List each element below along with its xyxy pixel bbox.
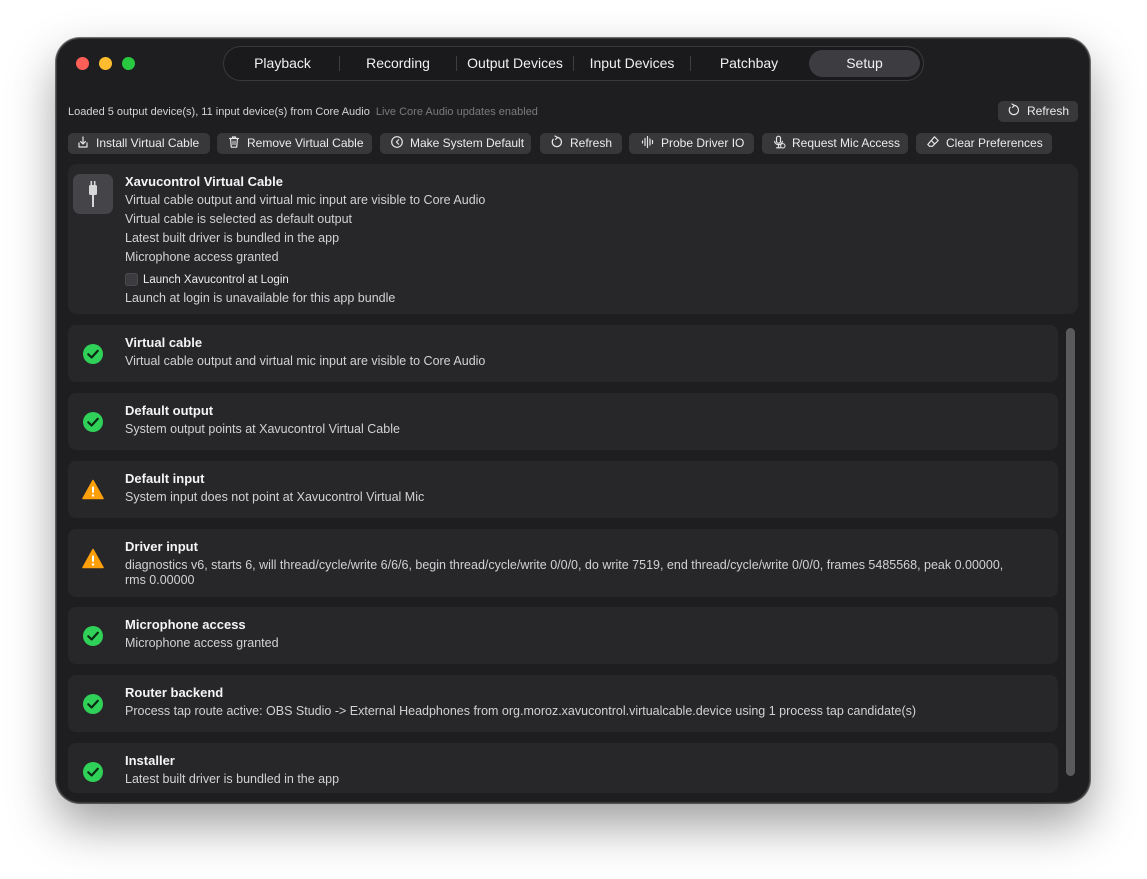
setup-check-card: Router backend Process tap route active: … [68, 675, 1058, 732]
scrollbar-thumb[interactable] [1066, 328, 1075, 776]
checkmark-circle-icon [82, 625, 104, 647]
tab-recording[interactable]: Recording [341, 50, 455, 77]
setup-check-card: Installer Latest built driver is bundled … [68, 743, 1058, 793]
checkmark-circle-icon [82, 761, 104, 783]
info-line: Microphone access granted [125, 250, 279, 264]
checkmark-circle-icon [82, 693, 104, 715]
warning-triangle-icon [82, 479, 104, 501]
check-description: Virtual cable output and virtual mic inp… [125, 354, 486, 368]
cable-plug-icon [73, 174, 113, 214]
make-system-default-button[interactable]: Make System Default [380, 133, 531, 154]
trash-icon [227, 135, 241, 149]
check-description: diagnostics v6, starts 6, will thread/cy… [125, 558, 1004, 587]
remove-virtual-cable-button[interactable]: Remove Virtual Cable [217, 133, 372, 154]
info-line: Virtual cable output and virtual mic inp… [125, 193, 486, 207]
launch-at-login-checkbox[interactable] [125, 273, 138, 286]
checkmark-circle-icon [82, 343, 104, 365]
make-system-default-label: Make System Default [410, 136, 525, 150]
install-virtual-cable-label: Install Virtual Cable [96, 136, 200, 150]
main-tab-bar: Playback Recording Output Devices Input … [223, 46, 924, 81]
info-title: Xavucontrol Virtual Cable [125, 174, 283, 189]
toolbar-refresh-label: Refresh [570, 136, 613, 150]
tab-separator [690, 56, 691, 71]
device-status-line: Loaded 5 output device(s), 11 input devi… [68, 106, 538, 118]
loaded-devices-text: Loaded 5 output device(s), 11 input devi… [68, 106, 370, 118]
clear-preferences-label: Clear Preferences [946, 136, 1043, 150]
probe-driver-io-button[interactable]: Probe Driver IO [629, 133, 754, 154]
refresh-icon [1007, 103, 1021, 117]
info-line: Latest built driver is bundled in the ap… [125, 231, 340, 245]
clear-preferences-button[interactable]: Clear Preferences [916, 133, 1052, 154]
tab-playback[interactable]: Playback [227, 50, 338, 77]
check-title: Default input [125, 471, 205, 486]
request-mic-access-button[interactable]: Request Mic Access [762, 133, 908, 154]
install-icon [76, 135, 90, 149]
request-mic-access-label: Request Mic Access [792, 136, 901, 150]
setup-check-card: Driver input diagnostics v6, starts 6, wi… [68, 529, 1058, 597]
setup-check-card: Virtual cable Virtual cable output and vi… [68, 325, 1058, 382]
check-title: Default output [125, 403, 214, 418]
refresh-icon [550, 135, 564, 149]
tab-setup[interactable]: Setup [809, 50, 920, 77]
check-title: Virtual cable [125, 335, 203, 350]
status-refresh-button[interactable]: Refresh [998, 101, 1078, 122]
setup-check-card: Microphone access Microphone access grant… [68, 607, 1058, 664]
minimize-window-button[interactable] [99, 57, 112, 70]
check-description: Process tap route active: OBS Studio -> … [125, 704, 917, 718]
probe-driver-io-label: Probe Driver IO [661, 136, 745, 150]
waveform-icon [641, 135, 655, 149]
app-window: Playback Recording Output Devices Input … [56, 38, 1090, 803]
checkmark-circle-icon [82, 411, 104, 433]
eraser-icon [926, 135, 940, 149]
microphone-icon [772, 135, 786, 149]
check-title: Router backend [125, 685, 224, 700]
tab-separator [339, 56, 340, 71]
toolbar-refresh-button[interactable]: Refresh [540, 133, 622, 154]
launch-at-login-label[interactable]: Launch Xavucontrol at Login [143, 274, 289, 286]
tab-output-devices[interactable]: Output Devices [458, 50, 572, 77]
tab-separator [456, 56, 457, 71]
check-title: Driver input [125, 539, 198, 554]
install-virtual-cable-button[interactable]: Install Virtual Cable [68, 133, 210, 154]
launch-at-login-note: Launch at login is unavailable for this … [125, 291, 396, 305]
tab-input-devices[interactable]: Input Devices [575, 50, 689, 77]
virtual-cable-info-panel: Xavucontrol Virtual Cable Virtual cable … [68, 164, 1078, 314]
info-line: Virtual cable is selected as default out… [125, 212, 352, 226]
tab-patchbay[interactable]: Patchbay [692, 50, 806, 77]
warning-triangle-icon [82, 548, 104, 570]
default-target-icon [390, 135, 404, 149]
check-description: System input does not point at Xavucontr… [125, 490, 425, 504]
status-refresh-label: Refresh [1027, 104, 1070, 118]
check-description: System output points at Xavucontrol Virt… [125, 422, 400, 436]
remove-virtual-cable-label: Remove Virtual Cable [247, 136, 364, 150]
close-window-button[interactable] [76, 57, 89, 70]
tab-separator [573, 56, 574, 71]
check-description: Latest built driver is bundled in the ap… [125, 772, 340, 786]
setup-check-card: Default output System output points at Xa… [68, 393, 1058, 450]
check-description: Microphone access granted [125, 636, 279, 650]
live-updates-text: Live Core Audio updates enabled [375, 106, 538, 118]
check-title: Installer [125, 753, 175, 768]
setup-check-card: Default input System input does not point… [68, 461, 1058, 518]
check-title: Microphone access [125, 617, 246, 632]
maximize-window-button[interactable] [122, 57, 135, 70]
